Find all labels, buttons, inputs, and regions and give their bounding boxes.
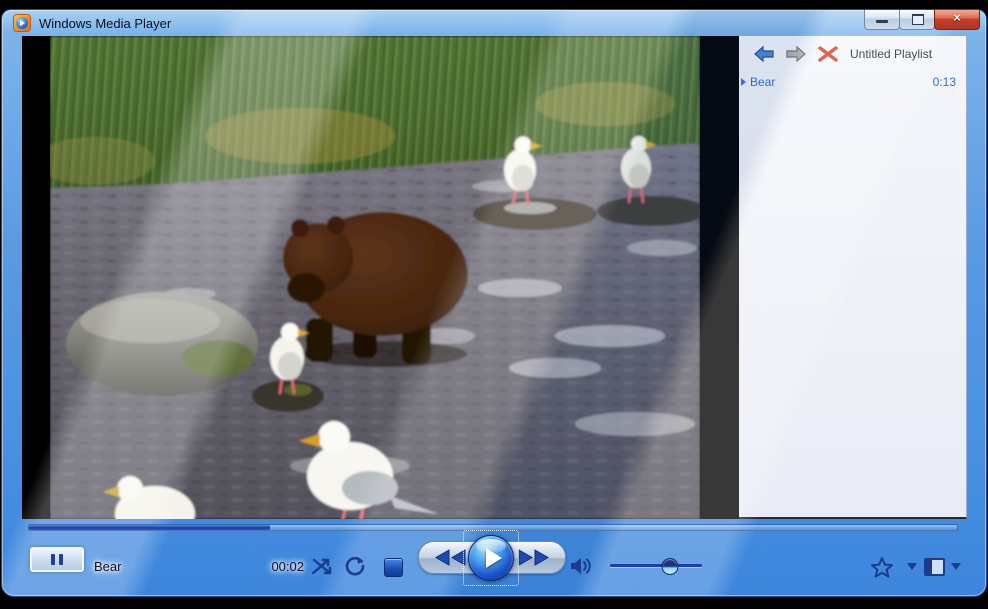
volume-slider[interactable] [610, 564, 702, 567]
mute-button[interactable] [568, 555, 596, 577]
track-label: Bear [94, 559, 121, 574]
playlist-item-duration: 0:13 [933, 75, 956, 89]
playlist-item-label: Bear [750, 75, 933, 89]
elapsed-time: 00:02 [250, 559, 304, 574]
speaker-icon [568, 555, 596, 577]
playlist-back-button[interactable] [752, 44, 776, 64]
repeat-button[interactable] [344, 555, 366, 577]
play-icon [486, 548, 502, 568]
seek-progress [29, 525, 270, 530]
back-arrow-icon [753, 45, 775, 63]
minimize-icon [876, 20, 888, 23]
volume-thumb[interactable] [661, 558, 678, 575]
playlist-title: Untitled Playlist [850, 47, 932, 61]
play-button[interactable] [468, 535, 514, 581]
pause-icon [51, 554, 55, 565]
close-icon: × [935, 10, 979, 25]
rate-menu-chevron-icon[interactable] [907, 563, 917, 570]
fast-forward-icon [515, 547, 553, 568]
close-button[interactable]: × [934, 10, 980, 30]
wmp-logo-icon [14, 15, 30, 31]
pause-button[interactable] [30, 547, 84, 572]
repeat-icon [344, 555, 366, 577]
now-playing-marker-icon [741, 78, 746, 86]
restore-icon [912, 14, 924, 25]
star-icon [870, 556, 894, 578]
layout-options-button[interactable] [924, 558, 945, 576]
titlebar[interactable]: Windows Media Player × [2, 10, 986, 36]
layout-menu-chevron-icon[interactable] [951, 563, 961, 570]
wmp-window: Windows Media Player × [2, 10, 986, 596]
rock-left [66, 292, 258, 396]
play-button-focus-ring [463, 530, 519, 586]
playlist-panel: Untitled Playlist Bear 0:13 [739, 36, 967, 519]
video-frame [50, 36, 700, 519]
screenshot-root: Windows Media Player × [0, 0, 988, 609]
rock-mid [252, 380, 324, 412]
rate-button[interactable] [870, 556, 894, 578]
window-title: Windows Media Player [39, 16, 171, 31]
minimize-button[interactable] [864, 10, 900, 30]
shuffle-icon [310, 556, 334, 576]
red-x-icon [817, 45, 839, 63]
playlist-item[interactable]: Bear 0:13 [739, 72, 966, 92]
video-area[interactable] [22, 36, 739, 519]
forward-arrow-icon [785, 45, 807, 63]
maximize-button[interactable] [899, 10, 935, 30]
playlist-forward-button[interactable] [784, 44, 808, 64]
stop-button[interactable] [384, 558, 403, 577]
shuffle-button[interactable] [310, 556, 334, 576]
playlist-delete-button[interactable] [816, 44, 840, 64]
playlist-header: Untitled Playlist [739, 36, 966, 72]
fast-forward-button[interactable] [515, 547, 553, 573]
content-area: Untitled Playlist Bear 0:13 [22, 36, 967, 519]
